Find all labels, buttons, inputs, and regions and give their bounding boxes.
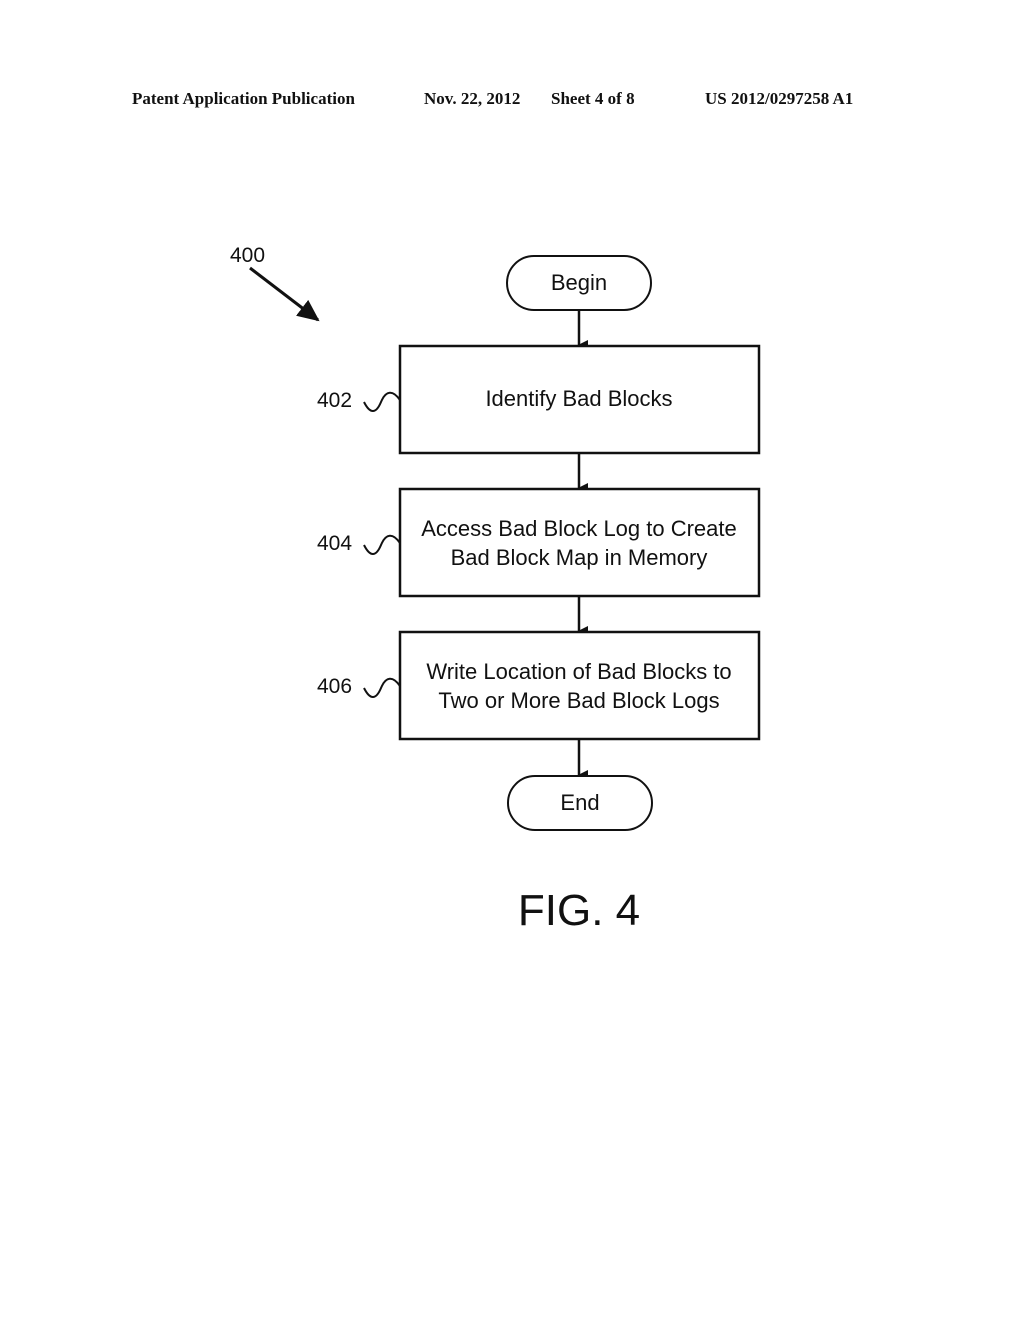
ref-402: 402: [317, 389, 352, 412]
begin-terminal: Begin: [506, 255, 652, 311]
ref-406-squiggle: [363, 677, 401, 698]
end-terminal: End: [507, 775, 653, 831]
begin-label: Begin: [551, 270, 607, 295]
ref-402-squiggle: [363, 391, 401, 412]
end-label: End: [560, 790, 599, 815]
ref-404-squiggle: [363, 534, 401, 555]
step-406: Write Location of Bad Blocks to Two or M…: [398, 630, 761, 741]
flowchart: 400 Begin Identify Bad Blocks 402 Access…: [230, 244, 761, 935]
step-404-text-line2: Bad Block Map in Memory: [451, 545, 708, 570]
ref-400: 400: [230, 244, 265, 267]
step-402: Identify Bad Blocks: [398, 344, 761, 455]
step-404: Access Bad Block Log to Create Bad Block…: [398, 487, 761, 598]
ref-404: 404: [317, 532, 352, 555]
step-406-text-line2: Two or More Bad Block Logs: [438, 688, 719, 713]
step-404-text-line1: Access Bad Block Log to Create: [421, 516, 737, 541]
ref-406: 406: [317, 675, 352, 698]
figure-label: FIG. 4: [518, 886, 640, 935]
step-406-text-line1: Write Location of Bad Blocks to: [426, 659, 731, 684]
step-402-text: Identify Bad Blocks: [485, 386, 672, 411]
ref-400-arrow: [249, 266, 320, 322]
